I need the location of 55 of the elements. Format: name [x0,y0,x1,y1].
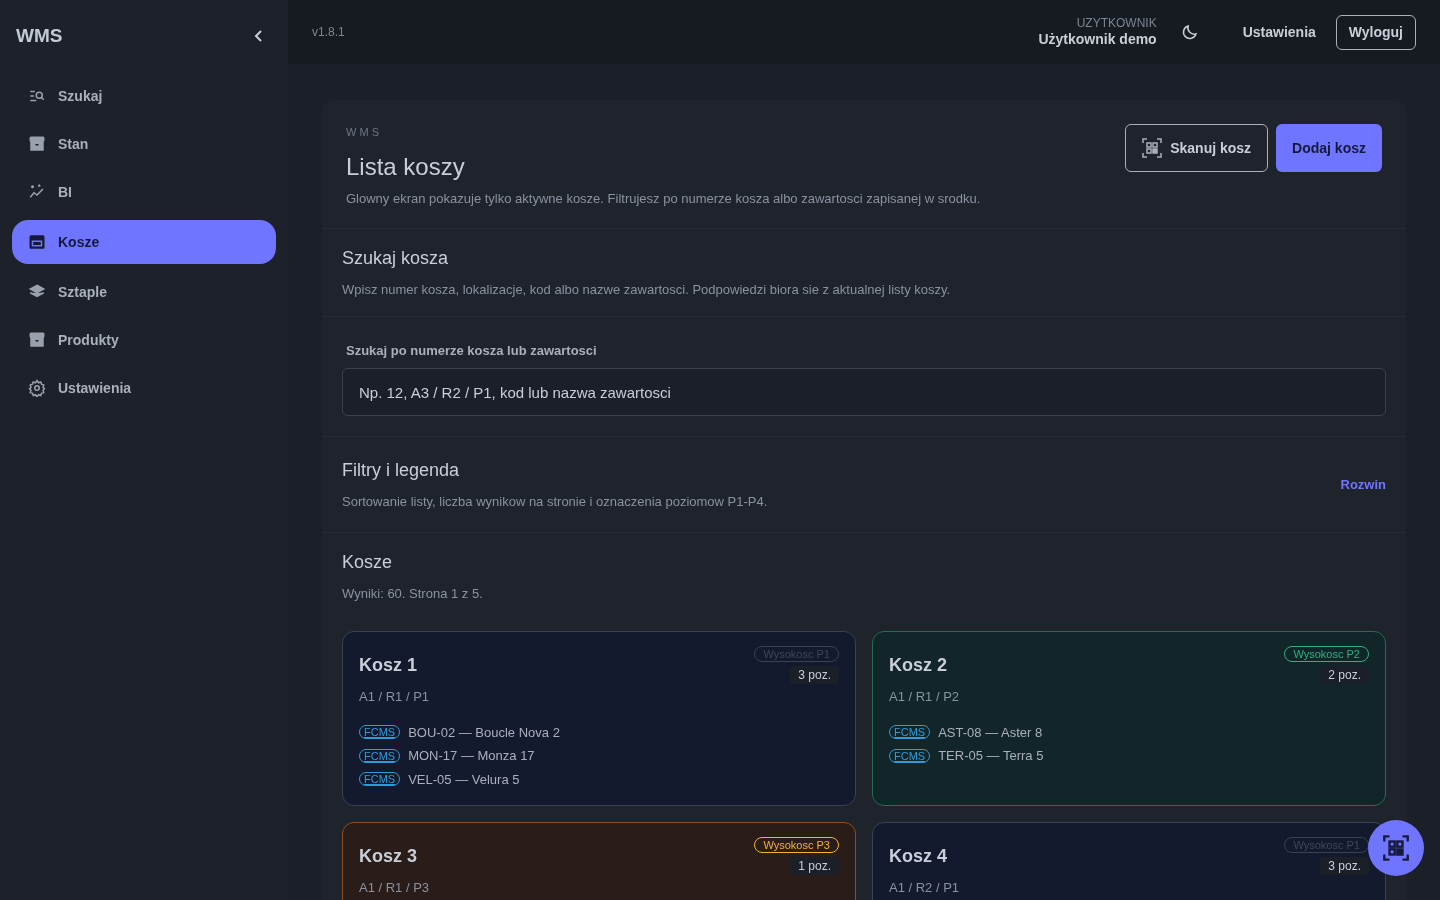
item-text: AST-08 — Aster 8 [938,723,1043,742]
section-title: Filtry i legenda [342,459,461,482]
nav-item[interactable]: Ustawienia [12,368,276,408]
bin-location: A1 / R1 / P3 [359,879,430,897]
bin-name: Kosz 1 [359,654,419,677]
nav-item[interactable]: Szukaj [12,76,276,116]
add-button[interactable]: Dodaj kosz [1276,124,1382,172]
section-description: Sortowanie listy, liczba wynikow na stronie i oznaczenia poziomow P1-P4. [342,493,769,511]
nav-item[interactable]: Produkty [12,320,276,360]
qr-scan-icon [1142,138,1163,158]
scan-fab[interactable] [1368,820,1424,876]
page-description: Glowny ekran pokazuje tylko aktywne kosze. Filtrujesz po numerze kosza albo zawartosci zapisanej w srodku. [346,189,982,208]
eyebrow-label: W M S [346,125,380,140]
logout-button[interactable]: Wyloguj [1335,14,1416,50]
item-text: BOU-02 — Boucle Nova 2 [408,723,560,742]
section-title: Kosze [342,550,394,574]
nav-item[interactable]: Sztaple [12,272,276,312]
settings-link[interactable]: Ustawienia [1242,21,1316,43]
qr-scan-icon [1383,835,1409,861]
version-label: v1.8.1 [312,24,345,40]
section-title: Szukaj kosza [342,247,450,270]
basket-icon [28,233,46,251]
scan-button[interactable]: Skanuj kosz [1125,124,1269,172]
nav-item[interactable]: Stan [12,124,276,164]
count-badge: 2 poz. [1320,666,1369,684]
bin-card[interactable]: Kosz 3 A1 / R1 / P3 Wysokosc P3 1 poz. [342,822,856,900]
archive-icon [28,135,46,153]
results-summary: Wyniki: 60. Strona 1 z 5. [342,584,484,603]
section-description: Wpisz numer kosza, lokalizacje, kod albo nazwe zawartosci. Podpowiedzi biora sie z aktualnej listy koszy. [342,281,952,299]
item-text: VEL-05 — Velura 5 [408,770,520,789]
bin-card[interactable]: Kosz 2 A1 / R1 / P2 Wysokosc P2 2 poz. FCMS AST-08 — Aster 8 FCMS TER-05 — Terra 5 [872,631,1386,806]
bin-name: Kosz 2 [889,654,949,677]
user-name: Użytkownik demo [1038,30,1157,49]
search-field[interactable]: Np. 12, A3 / R2 / P1, kod lub nazwa zawartosci [342,368,1386,416]
count-badge: 3 poz. [1320,857,1369,875]
item-text: MON-17 — Monza 17 [408,747,535,765]
collapse-icon[interactable] [254,29,264,43]
gear-icon [28,379,46,397]
count-badge: 3 poz. [790,666,839,684]
field-label: Szukaj po numerze kosza lub zawartosci [346,341,598,360]
page-title: Lista koszy [346,151,466,182]
bin-location: A1 / R1 / P1 [359,688,430,706]
moon-icon[interactable] [1180,23,1199,41]
nav-item[interactable]: Kosze [12,220,276,264]
bin-location: A1 / R2 / P1 [889,879,960,897]
count-badge: 1 poz. [790,857,839,875]
app-logo: WMS [16,23,63,48]
expand-link[interactable]: Rozwin [1340,474,1386,494]
bin-location: A1 / R1 / P2 [889,688,960,706]
archive-icon [28,331,46,349]
bin-name: Kosz 4 [889,845,949,868]
user-caption: UZYTKOWNIK [1076,15,1157,31]
item-text: TER-05 — Terra 5 [938,747,1044,765]
bin-name: Kosz 3 [359,845,419,868]
nav-item[interactable]: BI [12,172,276,212]
